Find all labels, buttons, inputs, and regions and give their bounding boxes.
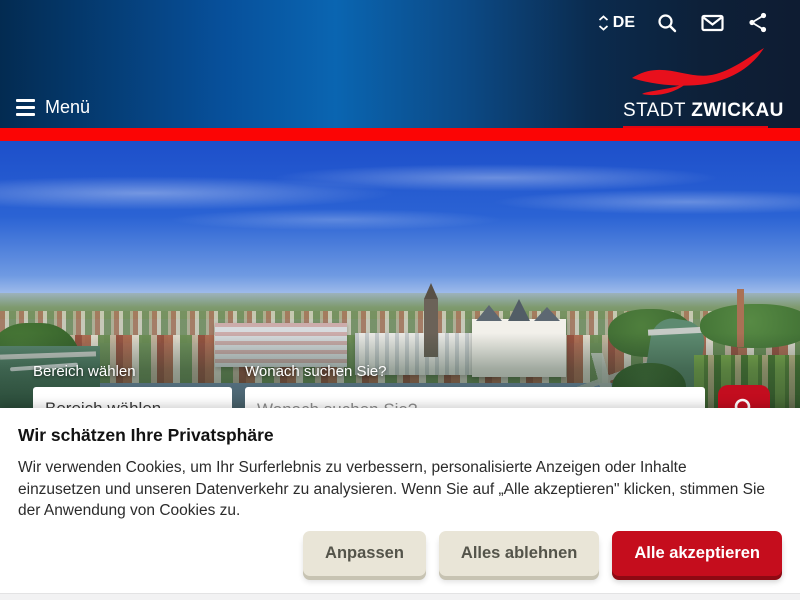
language-code: DE bbox=[613, 14, 635, 32]
reject-all-button[interactable]: Alles ablehnen bbox=[439, 531, 599, 576]
hamburger-icon bbox=[16, 99, 35, 116]
menu-label: Menü bbox=[45, 97, 90, 118]
logo-text: STADT ZWICKAU bbox=[623, 100, 768, 122]
site-header: DE bbox=[0, 0, 800, 128]
query-label: Wonach suchen Sie? bbox=[245, 363, 705, 380]
search-icon[interactable] bbox=[655, 11, 679, 35]
cookie-banner-text: Wir verwenden Cookies, um Ihr Surferlebn… bbox=[18, 457, 766, 522]
language-selector[interactable]: DE bbox=[598, 14, 635, 32]
header-toolbar: DE bbox=[598, 10, 770, 35]
brand-stripe bbox=[0, 128, 800, 141]
logo-swoosh-icon bbox=[628, 46, 768, 98]
share-icon[interactable] bbox=[746, 10, 770, 35]
cookie-banner: Wir schätzen Ihre Privatsphäre Wir verwe… bbox=[0, 408, 800, 600]
banner-bottom-strip bbox=[0, 593, 800, 600]
customize-button[interactable]: Anpassen bbox=[303, 531, 426, 576]
mail-icon[interactable] bbox=[699, 12, 726, 34]
updown-chevron-icon bbox=[598, 15, 609, 31]
logo-name: ZWICKAU bbox=[691, 100, 784, 121]
hero-photo: Bereich wählen Bereich wählen... Wonach … bbox=[0, 141, 800, 413]
page: DE bbox=[0, 0, 800, 600]
logo[interactable]: STADT ZWICKAU bbox=[623, 46, 768, 131]
photo-clouds bbox=[0, 147, 800, 257]
cookie-banner-title: Wir schätzen Ihre Privatsphäre bbox=[18, 425, 782, 446]
logo-prefix: STADT bbox=[623, 100, 686, 121]
accept-all-button[interactable]: Alle akzeptieren bbox=[612, 531, 782, 576]
area-label: Bereich wählen bbox=[33, 363, 232, 380]
cookie-button-row: Anpassen Alles ablehnen Alle akzeptieren bbox=[303, 531, 782, 576]
menu-button[interactable]: Menü bbox=[16, 97, 90, 118]
